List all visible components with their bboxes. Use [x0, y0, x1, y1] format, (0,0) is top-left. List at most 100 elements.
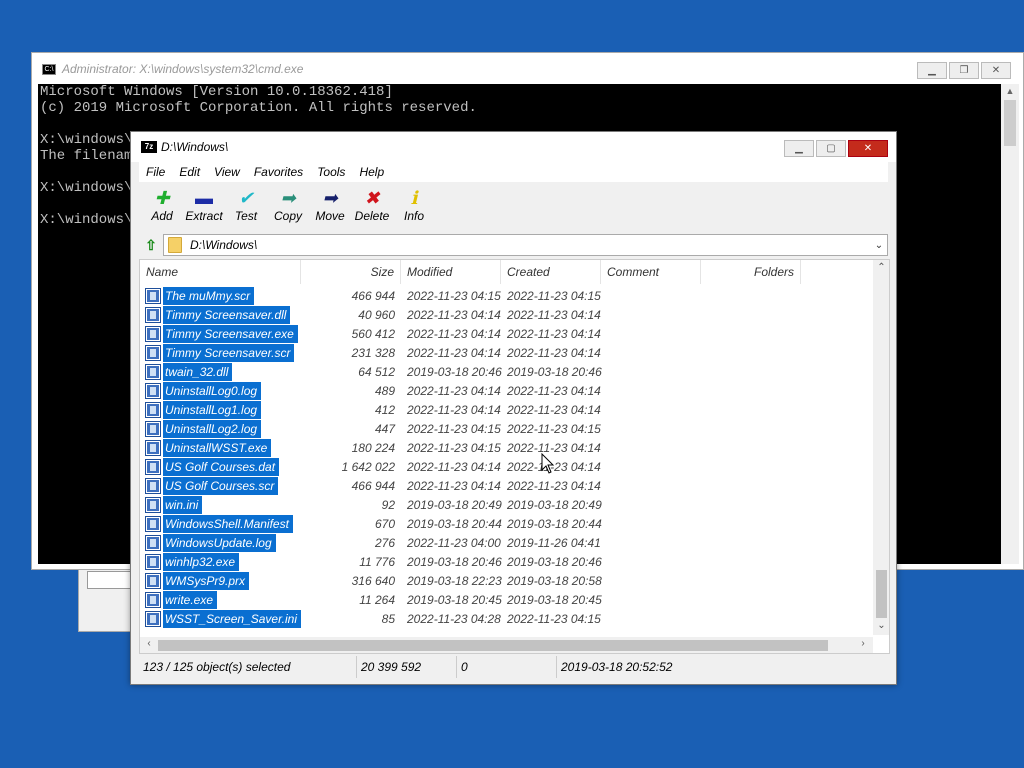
add-button[interactable]: ✚ Add: [141, 183, 183, 231]
vscroll-thumb[interactable]: [876, 570, 887, 618]
up-folder-button[interactable]: ⇧: [139, 234, 163, 256]
file-created: 2019-03-18 20:45: [507, 592, 602, 607]
file-row[interactable]: US Golf Courses.scr 466 944 2022-11-23 04:…: [140, 476, 873, 495]
hscroll-thumb[interactable]: [158, 640, 828, 651]
file-row[interactable]: WSST_Screen_Saver.ini 85 2022-11-23 04:28 2…: [140, 609, 873, 628]
file-list-hscrollbar[interactable]: ‹ ›: [140, 637, 873, 653]
menu-item-help[interactable]: Help: [352, 165, 391, 179]
file-row[interactable]: win.ini 92 2019-03-18 20:49 2019-03-18 20:4…: [140, 495, 873, 514]
file-size: 92: [381, 497, 395, 512]
cmd-scroll-up-icon[interactable]: ▲: [1004, 86, 1016, 98]
column-header-created[interactable]: Created: [501, 260, 601, 284]
file-list-vscrollbar[interactable]: ⌃ ⌄: [873, 260, 889, 635]
menu-item-favorites[interactable]: Favorites: [247, 165, 310, 179]
file-name-cell: UninstallLog2.log: [140, 419, 301, 438]
column-header-name[interactable]: Name: [140, 260, 301, 284]
file-row[interactable]: twain_32.dll 64 512 2019-03-18 20:46 2019-0…: [140, 362, 873, 381]
7zip-window: 7z D:\Windows\ ▁ ▢ ✕ File Edit View Favorit…: [130, 131, 897, 685]
file-name: Timmy Screensaver.exe: [163, 324, 298, 343]
file-modified: 2022-11-23 04:14: [407, 383, 501, 398]
file-list[interactable]: Name Size Modified Created Comment Folde…: [139, 259, 890, 654]
7zip-minimize-button[interactable]: ▁: [784, 140, 814, 157]
file-size: 180 224: [351, 440, 395, 455]
file-row[interactable]: Timmy Screensaver.scr 231 328 2022-11-23 0…: [140, 343, 873, 362]
file-icon: [145, 610, 161, 627]
scroll-down-icon[interactable]: ⌄: [873, 620, 889, 634]
file-name: winhlp32.exe: [163, 552, 240, 571]
file-name: US Golf Courses.dat: [163, 457, 280, 476]
column-header-size[interactable]: Size: [301, 260, 401, 284]
menu-item-edit[interactable]: Edit: [172, 165, 207, 179]
file-icon: [145, 458, 161, 475]
file-row[interactable]: UninstallLog1.log 412 2022-11-23 04:14 2022…: [140, 400, 873, 419]
file-created: 2022-11-23 04:15: [507, 421, 601, 436]
file-row[interactable]: WindowsShell.Manifest 670 2019-03-18 20:44…: [140, 514, 873, 533]
cmd-close-button[interactable]: ✕: [981, 62, 1011, 79]
cmd-minimize-button[interactable]: ▁: [917, 62, 947, 79]
column-header-modified[interactable]: Modified: [401, 260, 501, 284]
scroll-left-icon[interactable]: ‹: [142, 638, 156, 649]
cmd-maximize-button[interactable]: ❐: [949, 62, 979, 79]
file-row[interactable]: UninstallLog2.log 447 2022-11-23 04:15 2022…: [140, 419, 873, 438]
delete-button[interactable]: ✖ Delete: [351, 183, 393, 231]
file-row[interactable]: WindowsUpdate.log 276 2022-11-23 04:00 2019…: [140, 533, 873, 552]
file-created: 2022-11-23 04:14: [507, 478, 601, 493]
file-created: 2019-03-18 20:58: [507, 573, 602, 588]
file-name-cell: WindowsShell.Manifest: [140, 514, 301, 533]
file-icon: [145, 287, 161, 304]
file-name-cell: Timmy Screensaver.exe: [140, 324, 301, 343]
file-name-cell: The muMmy.scr: [140, 286, 301, 305]
file-icon: [145, 515, 161, 532]
menu-item-file[interactable]: File: [139, 165, 172, 179]
file-row[interactable]: write.exe 11 264 2019-03-18 20:45 2019-03-1…: [140, 590, 873, 609]
file-icon: [145, 477, 161, 494]
list-header: Name Size Modified Created Comment Folde…: [140, 260, 873, 284]
file-size: 11 776: [359, 554, 395, 569]
file-row[interactable]: UninstallWSST.exe 180 224 2022-11-23 04:15…: [140, 438, 873, 457]
scroll-up-icon[interactable]: ⌃: [873, 262, 889, 276]
file-name-cell: twain_32.dll: [140, 362, 301, 381]
cmd-scrollbar[interactable]: ▲: [1001, 84, 1019, 564]
7zip-close-button[interactable]: ✕: [848, 140, 888, 157]
cmd-icon: C:\: [42, 63, 56, 75]
file-size: 489: [374, 383, 395, 398]
extract-button[interactable]: ▬ Extract: [183, 183, 225, 231]
move-arrow-icon: ➡: [322, 188, 338, 208]
file-modified: 2019-03-18 20:46: [407, 364, 502, 379]
file-row[interactable]: The muMmy.scr 466 944 2022-11-23 04:15 2022…: [140, 286, 873, 305]
file-row[interactable]: US Golf Courses.dat 1 642 022 2022-11-23 0…: [140, 457, 873, 476]
menu-item-view[interactable]: View: [207, 165, 247, 179]
7zip-titlebar[interactable]: 7z D:\Windows\: [131, 132, 896, 162]
file-modified: 2022-11-23 04:15: [407, 288, 501, 303]
file-modified: 2019-03-18 20:49: [407, 497, 502, 512]
test-button[interactable]: ✔ Test: [225, 183, 267, 231]
file-name-cell: WindowsUpdate.log: [140, 533, 301, 552]
file-row[interactable]: winhlp32.exe 11 776 2019-03-18 20:46 2019-0…: [140, 552, 873, 571]
file-row[interactable]: Timmy Screensaver.exe 560 412 2022-11-23 0…: [140, 324, 873, 343]
info-button[interactable]: ℹ Info: [393, 183, 435, 231]
chevron-down-icon[interactable]: ⌄: [871, 240, 887, 251]
file-name: win.ini: [163, 495, 203, 514]
menu-item-tools[interactable]: Tools: [310, 165, 352, 179]
cmd-line: (c) 2019 Microsoft Corporation. All righ…: [40, 100, 477, 116]
scroll-right-icon[interactable]: ›: [856, 638, 870, 649]
path-combobox[interactable]: D:\Windows\ ⌄: [163, 234, 888, 256]
file-name: WMSysPr9.prx: [163, 571, 250, 590]
column-header-folders[interactable]: Folders: [701, 260, 801, 284]
7zip-logo-icon: 7z: [141, 141, 157, 153]
file-size: 11 264: [359, 592, 395, 607]
file-name: US Golf Courses.scr: [163, 476, 279, 495]
file-size: 40 960: [358, 307, 395, 322]
file-modified: 2022-11-23 04:00: [407, 535, 501, 550]
cmd-titlebar[interactable]: C:\ Administrator: X:\windows\system32\c…: [32, 53, 1023, 85]
7zip-maximize-button[interactable]: ▢: [816, 140, 846, 157]
file-row[interactable]: UninstallLog0.log 489 2022-11-23 04:14 2022…: [140, 381, 873, 400]
column-header-comment[interactable]: Comment: [601, 260, 701, 284]
cmd-scroll-thumb[interactable]: [1004, 100, 1016, 146]
file-icon: [145, 306, 161, 323]
move-button[interactable]: ➡ Move: [309, 183, 351, 231]
cmd-title: Administrator: X:\windows\system32\cmd.e…: [62, 62, 304, 76]
file-row[interactable]: WMSysPr9.prx 316 640 2019-03-18 22:23 2019-…: [140, 571, 873, 590]
file-row[interactable]: Timmy Screensaver.dll 40 960 2022-11-23 04…: [140, 305, 873, 324]
copy-button[interactable]: ➡ Copy: [267, 183, 309, 231]
